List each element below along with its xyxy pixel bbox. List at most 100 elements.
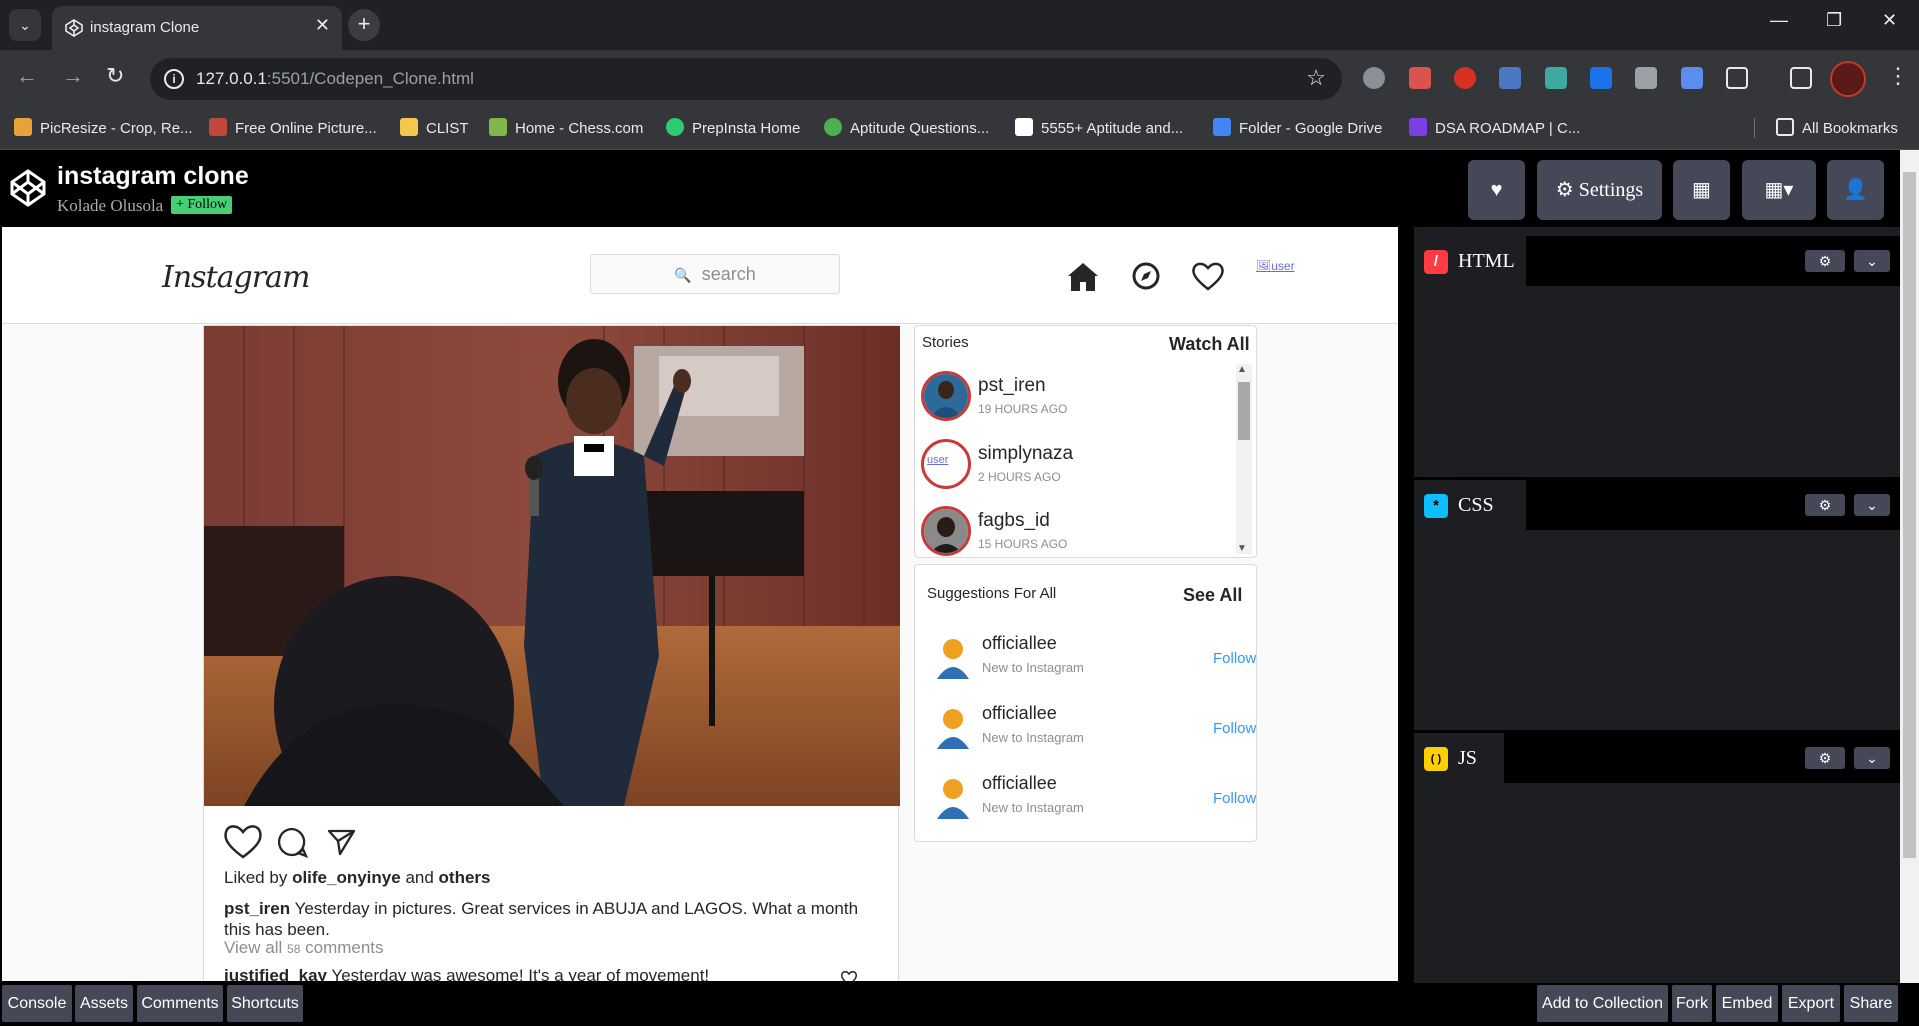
broken-image-icon: 🖼 <box>1256 259 1272 273</box>
story-item[interactable]: pst_iren 19 HOURS AGO <box>921 371 1241 431</box>
extension-calendar-icon[interactable] <box>1409 67 1431 89</box>
share-send-icon[interactable] <box>326 827 356 857</box>
all-bookmarks-button[interactable]: All Bookmarks <box>1776 118 1898 140</box>
follow-button[interactable]: Follow <box>1213 790 1256 807</box>
user-account-button[interactable]: 👤 <box>1827 160 1884 220</box>
share-button[interactable]: Share <box>1844 985 1898 1022</box>
page-scrollbar[interactable] <box>1900 150 1919 983</box>
avatar[interactable]: 🖼user <box>1256 259 1295 273</box>
add-to-collection-button[interactable]: Add to Collection <box>1537 985 1668 1022</box>
console-button[interactable]: Console <box>2 985 72 1022</box>
story-time: 15 HOURS AGO <box>978 537 1068 551</box>
bookmark-item[interactable]: Folder - Google Drive <box>1213 118 1382 140</box>
comment-user-link[interactable]: justified_kay <box>224 966 327 981</box>
view-grid-button[interactable]: ▦ <box>1673 160 1730 220</box>
assets-button[interactable]: Assets <box>75 985 133 1022</box>
pen-author[interactable]: Kolade Olusola <box>57 196 163 216</box>
close-window-icon[interactable]: ✕ <box>1882 10 1897 31</box>
forward-icon[interactable]: → <box>62 64 84 88</box>
back-icon[interactable]: ← <box>16 64 38 88</box>
like-heart-icon[interactable] <box>222 822 264 860</box>
follow-author-button[interactable]: + Follow <box>171 196 233 214</box>
extension-glasses-icon[interactable] <box>1363 67 1385 89</box>
view-all-comments-link[interactable]: View all 58 comments <box>224 938 384 958</box>
html-settings-button[interactable]: ⚙ <box>1805 250 1845 272</box>
site-info-icon[interactable]: i <box>164 69 184 89</box>
suggestion-username[interactable]: officiallee <box>982 703 1057 724</box>
extension-window-icon[interactable] <box>1499 67 1521 89</box>
watch-all-link[interactable]: Watch All <box>1169 334 1250 355</box>
css-settings-button[interactable]: ⚙ <box>1805 494 1845 516</box>
browser-tab-active[interactable]: instagram Clone ✕ <box>52 6 342 50</box>
profile-avatar[interactable] <box>1830 61 1866 97</box>
story-avatar <box>921 371 971 421</box>
extension-stop-icon[interactable] <box>1454 67 1476 89</box>
fork-button[interactable]: Fork <box>1672 985 1712 1022</box>
tab-search-dropdown[interactable]: ⌄ <box>9 9 41 41</box>
js-tab[interactable]: ( ) JS <box>1414 733 1504 783</box>
extension-calc-icon[interactable] <box>1545 67 1567 89</box>
extension-printer-icon[interactable] <box>1635 67 1657 89</box>
html-collapse-button[interactable]: ⌄ <box>1854 250 1890 272</box>
extension-translate-icon[interactable] <box>1681 67 1703 89</box>
css-tab[interactable]: * CSS <box>1414 480 1526 530</box>
suggestion-username[interactable]: officiallee <box>982 773 1057 794</box>
embed-button[interactable]: Embed <box>1716 985 1778 1022</box>
instagram-logo[interactable]: Instagram <box>162 260 310 295</box>
restore-icon[interactable]: ❐ <box>1826 10 1842 31</box>
new-tab-button[interactable]: + <box>348 9 380 41</box>
bookmark-item[interactable]: PicResize - Crop, Re... <box>14 118 193 140</box>
suggestion-item: officiallee New to Instagram Follow <box>935 629 1265 689</box>
post-photo[interactable] <box>204 326 900 806</box>
search-input[interactable]: 🔍 search <box>590 254 840 294</box>
minimize-icon[interactable]: — <box>1770 10 1788 31</box>
caption-user-link[interactable]: pst_iren <box>224 899 290 918</box>
explore-compass-icon[interactable] <box>1131 261 1161 291</box>
reload-icon[interactable]: ↻ <box>106 64 124 88</box>
bookmark-item[interactable]: PrepInsta Home <box>666 118 800 140</box>
heart-icon[interactable] <box>1190 260 1226 292</box>
story-item[interactable]: fagbs_id 15 HOURS AGO <box>921 506 1241 557</box>
css-collapse-button[interactable]: ⌄ <box>1854 494 1890 516</box>
bookmark-item[interactable]: CLIST <box>400 118 469 140</box>
bookmark-item[interactable]: DSA ROADMAP | C... <box>1409 118 1580 140</box>
address-bar[interactable]: i 127.0.0.1:5501/Codepen_Clone.html ☆ <box>150 58 1342 100</box>
change-view-button[interactable]: ▦▾ <box>1742 160 1816 220</box>
default-user-avatar-icon <box>937 779 969 819</box>
js-settings-button[interactable]: ⚙ <box>1805 747 1845 769</box>
comment-bubble-icon[interactable] <box>276 826 308 858</box>
browser-menu-icon[interactable]: ⋮ <box>1887 64 1909 88</box>
bookmark-item[interactable]: Home - Chess.com <box>489 118 643 140</box>
page-scroll-thumb[interactable] <box>1903 172 1916 858</box>
follow-button[interactable]: Follow <box>1213 650 1256 667</box>
js-collapse-button[interactable]: ⌄ <box>1854 747 1890 769</box>
close-tab-icon[interactable]: ✕ <box>315 15 330 36</box>
bookmark-item[interactable]: Free Online Picture... <box>209 118 377 140</box>
default-user-avatar-icon <box>937 709 969 749</box>
home-icon[interactable] <box>1066 261 1100 293</box>
comment-like-icon[interactable] <box>840 970 858 983</box>
codepen-logo-icon[interactable] <box>8 168 48 208</box>
liked-by-user-link[interactable]: olife_onyinye <box>292 868 401 887</box>
side-panel-icon[interactable] <box>1790 67 1812 89</box>
liked-by-others-link[interactable]: others <box>439 868 491 887</box>
html-tab[interactable]: / HTML <box>1414 236 1526 286</box>
extensions-puzzle-icon[interactable] <box>1726 67 1748 89</box>
bookmark-item[interactable]: 5555+ Aptitude and... <box>1015 118 1183 140</box>
bookmark-item[interactable]: Aptitude Questions... <box>824 118 989 140</box>
comments-button[interactable]: Comments <box>137 985 223 1022</box>
shortcuts-button[interactable]: Shortcuts <box>227 985 303 1022</box>
settings-button[interactable]: ⚙ Settings <box>1537 160 1662 220</box>
bookmark-star-icon[interactable]: ☆ <box>1306 65 1326 91</box>
pen-title[interactable]: instagram clone <box>57 162 249 191</box>
suggestion-subtitle: New to Instagram <box>982 730 1084 745</box>
story-item[interactable]: user simplynaza 2 HOURS AGO <box>921 439 1241 499</box>
export-button[interactable]: Export <box>1782 985 1840 1022</box>
suggestion-username[interactable]: officiallee <box>982 633 1057 654</box>
extension-trello-icon[interactable] <box>1590 67 1612 89</box>
html-panel-header: / HTML ⚙ ⌄ <box>1414 236 1900 286</box>
heart-button[interactable]: ♥ <box>1468 160 1525 220</box>
follow-button[interactable]: Follow <box>1213 720 1256 737</box>
html-icon: / <box>1424 250 1448 274</box>
see-all-link[interactable]: See All <box>1183 585 1242 606</box>
